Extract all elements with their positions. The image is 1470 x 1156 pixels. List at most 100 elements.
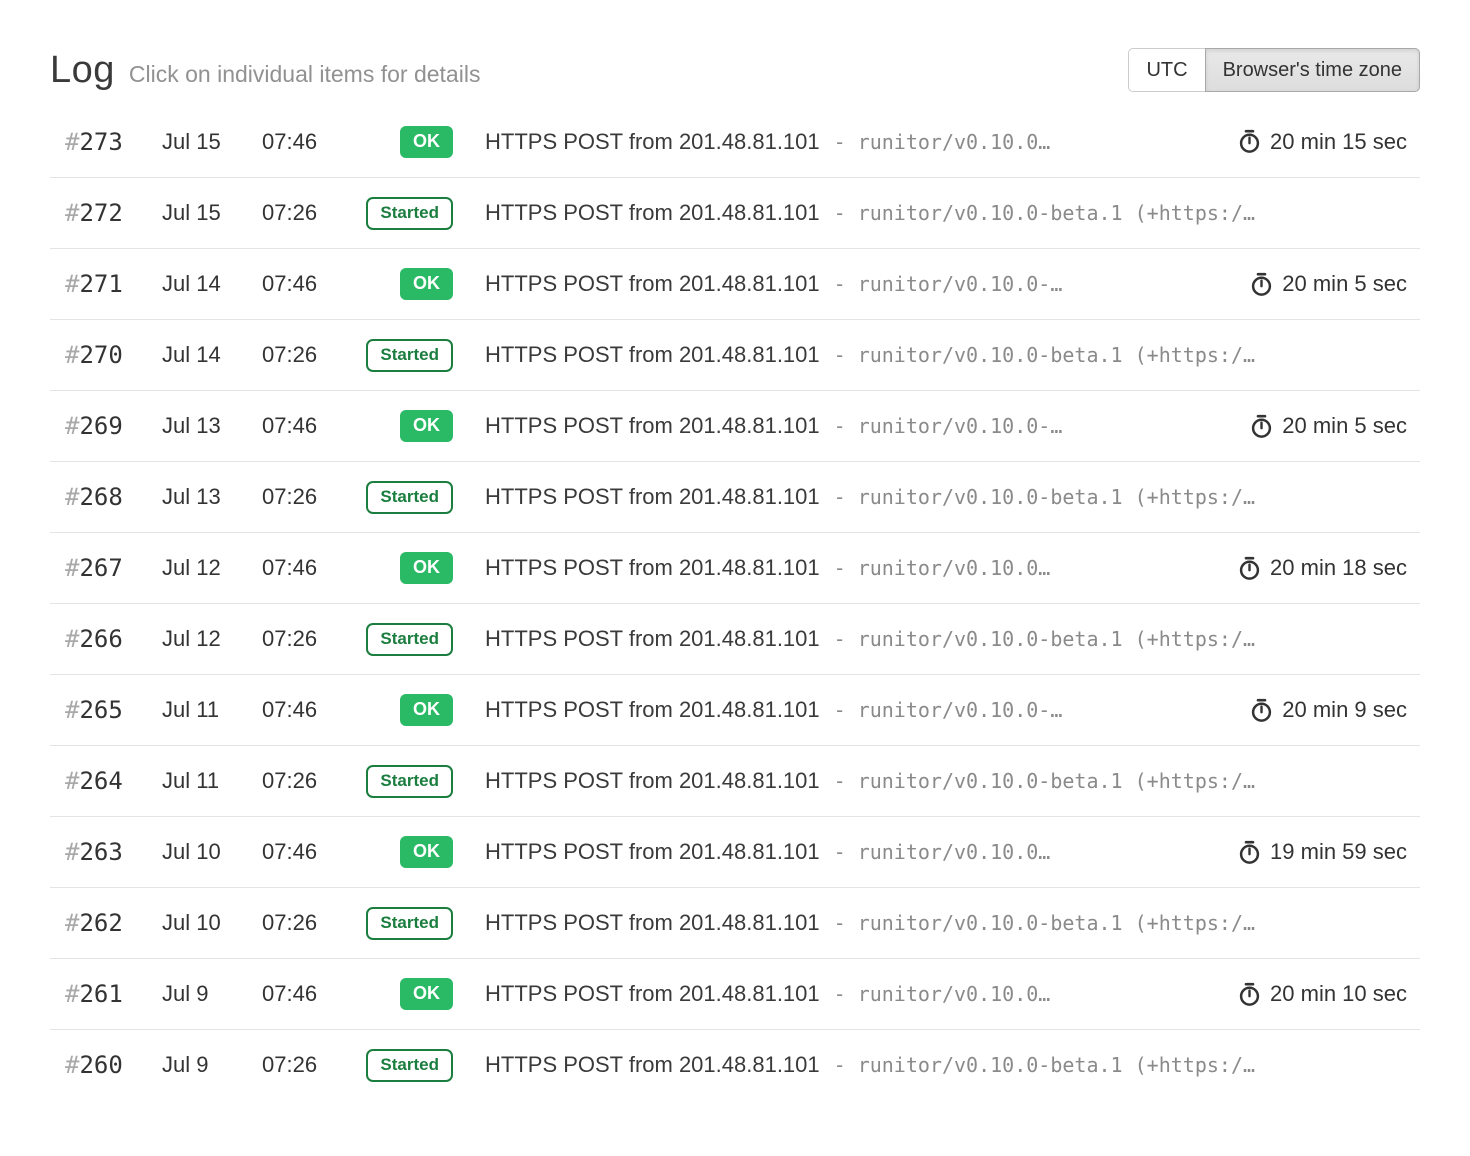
separator-dash: - <box>834 911 846 935</box>
user-agent: runitor/v0.10.0-beta.1 (+https:/… <box>858 769 1255 793</box>
status-badge: OK <box>400 268 453 300</box>
ping-event: HTTPS POST from 201.48.81.101 <box>485 910 820 936</box>
ping-description: HTTPS POST from 201.48.81.101 - runitor/… <box>485 626 1420 652</box>
user-agent: runitor/v0.10.0… <box>858 982 1051 1006</box>
ping-description: HTTPS POST from 201.48.81.101 - runitor/… <box>485 129 1218 155</box>
log-row[interactable]: #260 Jul 9 07:26 Started HTTPS POST from… <box>50 1029 1420 1100</box>
ping-description: HTTPS POST from 201.48.81.101 - runitor/… <box>485 200 1420 226</box>
user-agent: runitor/v0.10.0-beta.1 (+https:/… <box>858 1053 1255 1077</box>
ping-number: #261 <box>50 980 162 1008</box>
log-row[interactable]: #261 Jul 9 07:46 OK HTTPS POST from 201.… <box>50 958 1420 1029</box>
stopwatch-icon <box>1250 698 1273 723</box>
ping-number: #266 <box>50 625 162 653</box>
log-row[interactable]: #273 Jul 15 07:46 OK HTTPS POST from 201… <box>50 106 1420 177</box>
ping-date: Jul 10 <box>162 839 262 865</box>
status-badge-cell: OK <box>357 836 453 868</box>
ping-time: 07:26 <box>262 1052 357 1078</box>
utc-button[interactable]: UTC <box>1128 48 1205 92</box>
log-row[interactable]: #263 Jul 10 07:46 OK HTTPS POST from 201… <box>50 816 1420 887</box>
ping-time: 07:46 <box>262 129 357 155</box>
log-row[interactable]: #272 Jul 15 07:26 Started HTTPS POST fro… <box>50 177 1420 248</box>
ping-event: HTTPS POST from 201.48.81.101 <box>485 200 820 226</box>
user-agent: runitor/v0.10.0-… <box>858 698 1063 722</box>
ping-event: HTTPS POST from 201.48.81.101 <box>485 129 820 155</box>
log-row[interactable]: #268 Jul 13 07:26 Started HTTPS POST fro… <box>50 461 1420 532</box>
ping-time: 07:26 <box>262 626 357 652</box>
log-list: #273 Jul 15 07:46 OK HTTPS POST from 201… <box>50 106 1420 1100</box>
page-header: Log Click on individual items for detail… <box>50 0 1420 92</box>
ping-number-value: 273 <box>79 128 122 156</box>
ping-date: Jul 14 <box>162 342 262 368</box>
hash-prefix: # <box>65 909 79 937</box>
log-row[interactable]: #266 Jul 12 07:26 Started HTTPS POST fro… <box>50 603 1420 674</box>
ping-time: 07:46 <box>262 697 357 723</box>
status-badge: Started <box>366 481 453 514</box>
log-row[interactable]: #265 Jul 11 07:46 OK HTTPS POST from 201… <box>50 674 1420 745</box>
ping-number: #264 <box>50 767 162 795</box>
ping-number: #271 <box>50 270 162 298</box>
ping-number: #262 <box>50 909 162 937</box>
ping-time: 07:26 <box>262 910 357 936</box>
ping-description: HTTPS POST from 201.48.81.101 - runitor/… <box>485 271 1230 297</box>
hash-prefix: # <box>65 341 79 369</box>
ping-number-value: 271 <box>79 270 122 298</box>
hash-prefix: # <box>65 767 79 795</box>
hash-prefix: # <box>65 128 79 156</box>
separator-dash: - <box>834 272 846 296</box>
status-badge: OK <box>400 836 453 868</box>
status-badge: Started <box>366 623 453 656</box>
ping-date: Jul 10 <box>162 910 262 936</box>
page-title: Log <box>50 49 115 92</box>
log-row[interactable]: #271 Jul 14 07:46 OK HTTPS POST from 201… <box>50 248 1420 319</box>
stopwatch-icon <box>1238 840 1261 865</box>
ping-date: Jul 9 <box>162 1052 262 1078</box>
duration-text: 20 min 10 sec <box>1270 981 1407 1007</box>
hash-prefix: # <box>65 270 79 298</box>
log-row[interactable]: #264 Jul 11 07:26 Started HTTPS POST fro… <box>50 745 1420 816</box>
status-badge: OK <box>400 126 453 158</box>
hash-prefix: # <box>65 696 79 724</box>
ping-number-value: 269 <box>79 412 122 440</box>
duration: 19 min 59 sec <box>1218 839 1420 865</box>
separator-dash: - <box>834 982 846 1006</box>
browser-timezone-button[interactable]: Browser's time zone <box>1205 48 1420 92</box>
separator-dash: - <box>834 556 846 580</box>
ping-event: HTTPS POST from 201.48.81.101 <box>485 484 820 510</box>
ping-number: #265 <box>50 696 162 724</box>
hash-prefix: # <box>65 412 79 440</box>
hash-prefix: # <box>65 483 79 511</box>
ping-event: HTTPS POST from 201.48.81.101 <box>485 768 820 794</box>
status-badge-cell: OK <box>357 410 453 442</box>
status-badge-cell: OK <box>357 268 453 300</box>
user-agent: runitor/v0.10.0-… <box>858 414 1063 438</box>
duration: 20 min 5 sec <box>1230 271 1420 297</box>
ping-number: #263 <box>50 838 162 866</box>
log-row[interactable]: #262 Jul 10 07:26 Started HTTPS POST fro… <box>50 887 1420 958</box>
log-page: Log Click on individual items for detail… <box>0 0 1470 1100</box>
log-row[interactable]: #267 Jul 12 07:46 OK HTTPS POST from 201… <box>50 532 1420 603</box>
ping-event: HTTPS POST from 201.48.81.101 <box>485 626 820 652</box>
user-agent: runitor/v0.10.0-… <box>858 272 1063 296</box>
status-badge-cell: Started <box>357 623 453 656</box>
user-agent: runitor/v0.10.0-beta.1 (+https:/… <box>858 911 1255 935</box>
ping-event: HTTPS POST from 201.48.81.101 <box>485 342 820 368</box>
stopwatch-icon <box>1238 556 1261 581</box>
ping-date: Jul 9 <box>162 981 262 1007</box>
stopwatch-icon <box>1238 982 1261 1007</box>
ping-description: HTTPS POST from 201.48.81.101 - runitor/… <box>485 413 1230 439</box>
log-row[interactable]: #269 Jul 13 07:46 OK HTTPS POST from 201… <box>50 390 1420 461</box>
user-agent: runitor/v0.10.0-beta.1 (+https:/… <box>858 201 1255 225</box>
ping-date: Jul 12 <box>162 555 262 581</box>
ping-description: HTTPS POST from 201.48.81.101 - runitor/… <box>485 981 1218 1007</box>
ping-number-value: 266 <box>79 625 122 653</box>
status-badge: Started <box>366 907 453 940</box>
ping-date: Jul 11 <box>162 697 262 723</box>
ping-date: Jul 13 <box>162 413 262 439</box>
duration-text: 20 min 5 sec <box>1282 413 1407 439</box>
log-row[interactable]: #270 Jul 14 07:26 Started HTTPS POST fro… <box>50 319 1420 390</box>
status-badge-cell: Started <box>357 765 453 798</box>
ping-event: HTTPS POST from 201.48.81.101 <box>485 697 820 723</box>
ping-number: #267 <box>50 554 162 582</box>
duration-text: 20 min 5 sec <box>1282 271 1407 297</box>
duration: 20 min 18 sec <box>1218 555 1420 581</box>
